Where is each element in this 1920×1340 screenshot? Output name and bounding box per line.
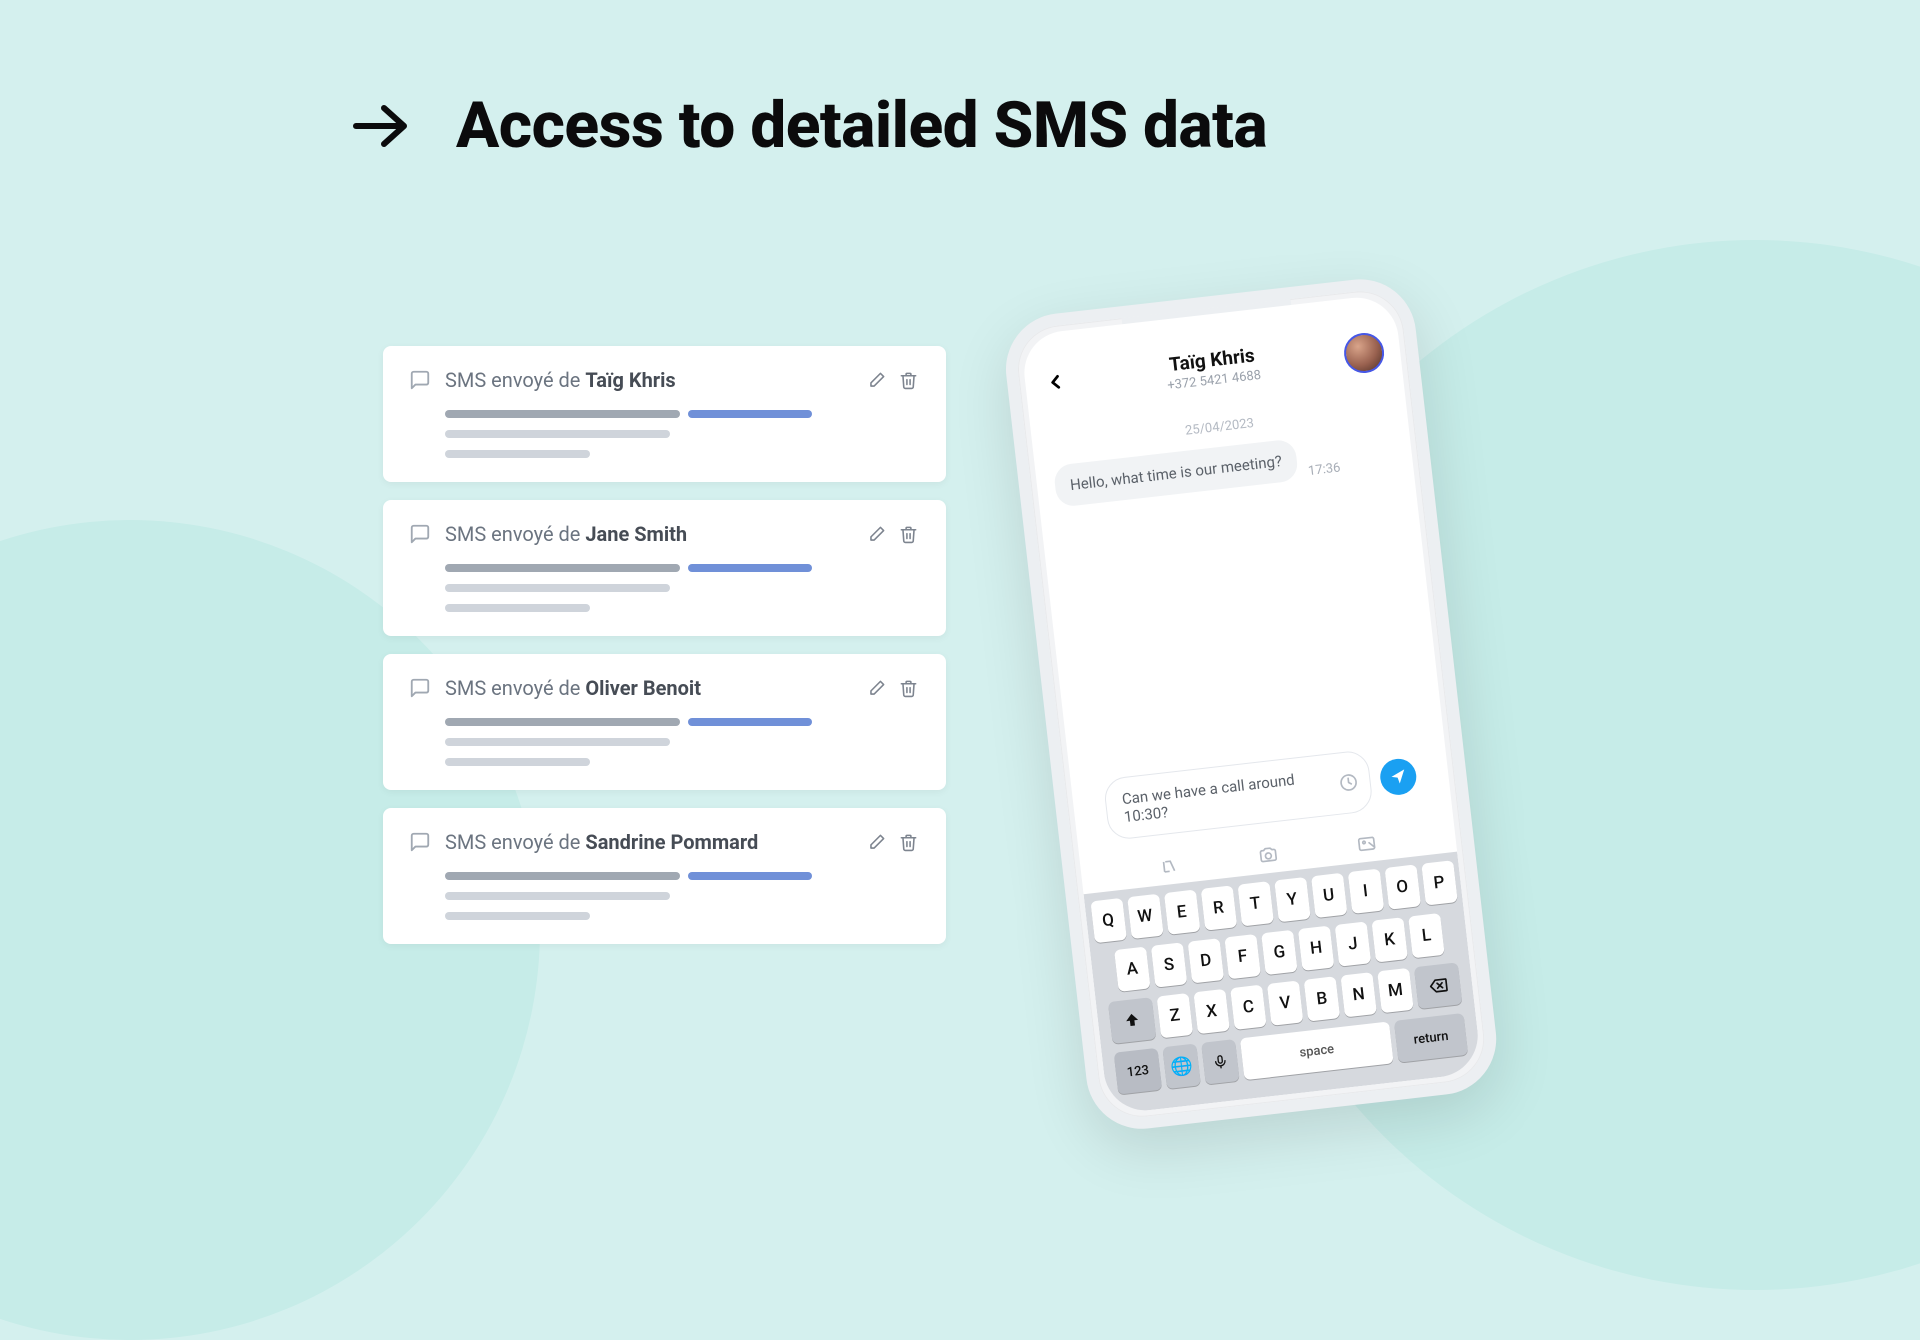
chat-icon (409, 677, 431, 699)
shift-key[interactable] (1108, 997, 1156, 1044)
key[interactable]: G (1261, 930, 1298, 975)
sms-item-title: SMS envoyé de Jane Smith (445, 522, 687, 546)
key[interactable]: Q (1090, 898, 1127, 943)
key[interactable]: X (1193, 989, 1230, 1034)
sms-item-name: Oliver Benoit (585, 676, 701, 700)
key[interactable]: M (1377, 968, 1414, 1013)
return-key[interactable]: return (1394, 1013, 1468, 1063)
key[interactable]: H (1298, 926, 1335, 971)
globe-key[interactable]: 🌐 (1162, 1043, 1201, 1089)
sms-item-prefix: SMS envoyé de (445, 522, 585, 546)
sms-item-body-placeholder (445, 718, 920, 766)
key[interactable]: S (1151, 942, 1188, 987)
arrow-right-icon (352, 102, 410, 150)
sms-item-body-placeholder (445, 872, 920, 920)
key[interactable]: V (1267, 980, 1304, 1025)
sms-item[interactable]: SMS envoyé de Sandrine Pommard (383, 808, 946, 944)
key[interactable]: Y (1274, 877, 1311, 922)
heading-text: Access to detailed SMS data (456, 88, 1267, 163)
backspace-key[interactable] (1414, 962, 1462, 1009)
sms-item-title: SMS envoyé de Sandrine Pommard (445, 830, 758, 854)
message-time: 17:36 (1307, 460, 1341, 479)
page-heading: Access to detailed SMS data (352, 88, 1267, 163)
back-button[interactable] (1040, 367, 1071, 398)
key[interactable]: A (1114, 947, 1151, 992)
edit-button[interactable] (864, 368, 888, 392)
key[interactable]: B (1304, 976, 1341, 1021)
delete-button[interactable] (896, 368, 920, 392)
edit-button[interactable] (864, 522, 888, 546)
schedule-icon[interactable] (1338, 771, 1360, 793)
image-icon[interactable] (1353, 831, 1380, 858)
key[interactable]: P (1421, 860, 1458, 905)
key[interactable]: W (1127, 894, 1164, 939)
sms-item[interactable]: SMS envoyé de Jane Smith (383, 500, 946, 636)
sms-item[interactable]: SMS envoyé de Oliver Benoit (383, 654, 946, 790)
key[interactable]: J (1335, 921, 1372, 966)
key[interactable]: F (1224, 934, 1261, 979)
avatar[interactable] (1342, 331, 1386, 375)
sms-item-title: SMS envoyé de Oliver Benoit (445, 676, 701, 700)
sms-item-prefix: SMS envoyé de (445, 368, 585, 392)
space-key[interactable]: space (1240, 1021, 1394, 1080)
sms-item-body-placeholder (445, 564, 920, 612)
sms-item-name: Jane Smith (585, 522, 687, 546)
key[interactable]: D (1188, 938, 1225, 983)
sms-item-prefix: SMS envoyé de (445, 830, 585, 854)
sms-list: SMS envoyé de Taïg Khris (383, 346, 946, 944)
delete-button[interactable] (896, 522, 920, 546)
delete-button[interactable] (896, 830, 920, 854)
key[interactable]: K (1371, 917, 1408, 962)
sms-item-title: SMS envoyé de Taïg Khris (445, 368, 676, 392)
key[interactable]: C (1230, 985, 1267, 1030)
key[interactable]: O (1384, 864, 1421, 909)
chat-icon (409, 831, 431, 853)
numbers-key[interactable]: 123 (1114, 1048, 1162, 1095)
key[interactable]: N (1340, 972, 1377, 1017)
sms-item-name: Taïg Khris (585, 368, 675, 392)
send-button[interactable] (1378, 757, 1418, 797)
sms-item[interactable]: SMS envoyé de Taïg Khris (383, 346, 946, 482)
key[interactable]: L (1408, 913, 1445, 958)
delete-button[interactable] (896, 676, 920, 700)
key[interactable]: Z (1157, 993, 1194, 1038)
sms-item-prefix: SMS envoyé de (445, 676, 585, 700)
text-format-icon[interactable] (1157, 853, 1184, 880)
key[interactable]: R (1200, 885, 1237, 930)
key[interactable]: T (1237, 881, 1274, 926)
key[interactable]: U (1310, 873, 1347, 918)
key[interactable]: I (1347, 869, 1384, 914)
chat-icon (409, 369, 431, 391)
edit-button[interactable] (864, 676, 888, 700)
edit-button[interactable] (864, 830, 888, 854)
chat-icon (409, 523, 431, 545)
mic-key[interactable] (1201, 1039, 1240, 1085)
sms-item-name: Sandrine Pommard (585, 830, 758, 854)
camera-icon[interactable] (1255, 842, 1282, 869)
keyboard[interactable]: Q W E R T Y U I O P A S D F G H (1084, 852, 1483, 1115)
sms-item-body-placeholder (445, 410, 920, 458)
key[interactable]: E (1163, 890, 1200, 935)
